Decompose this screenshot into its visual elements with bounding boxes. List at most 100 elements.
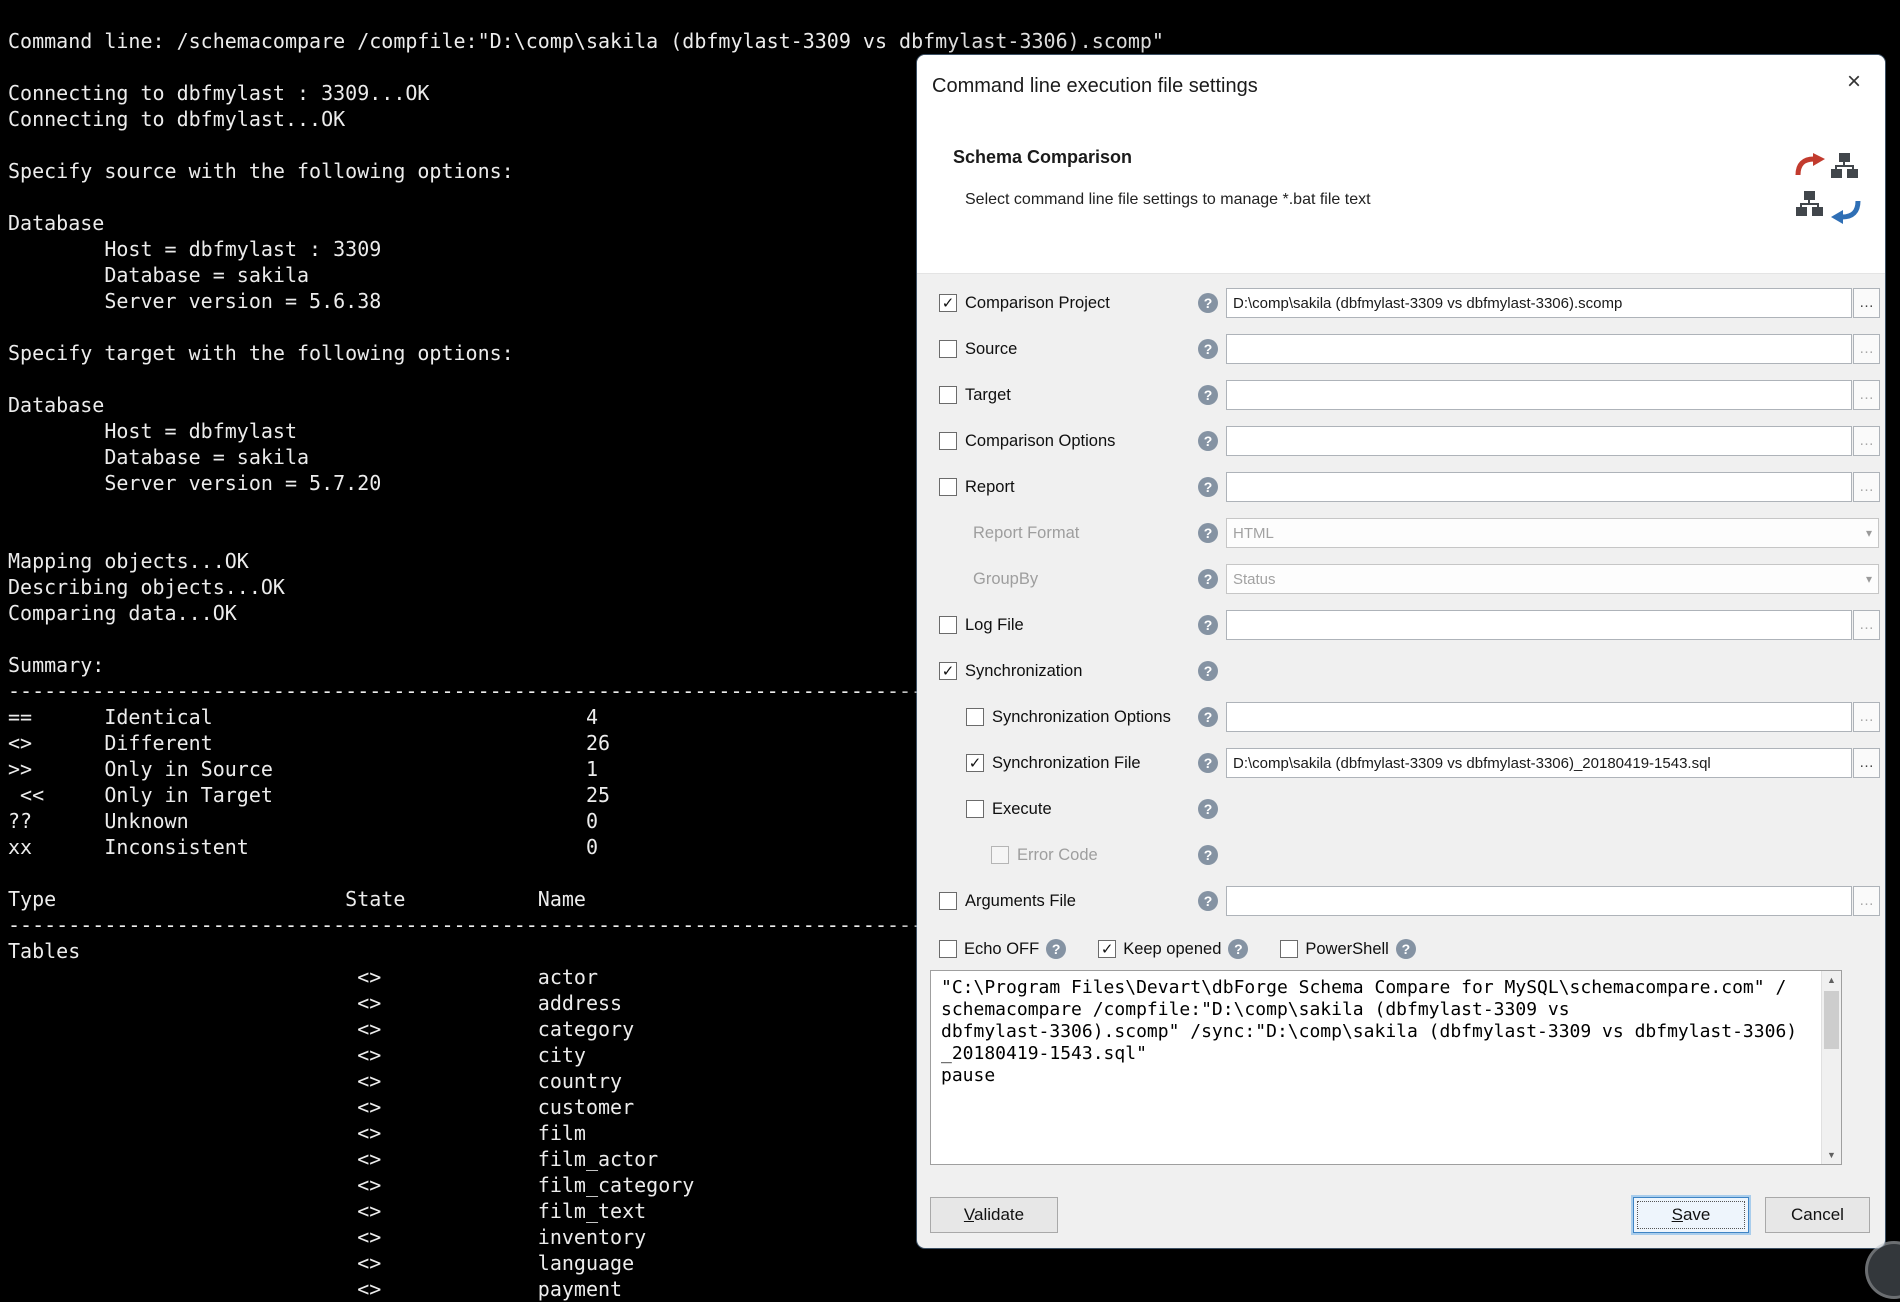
bat-file-text[interactable]: "C:\Program Files\Devart\dbForge Schema …: [931, 971, 1821, 1164]
row-error-code: Error Code ?: [917, 832, 1885, 878]
arguments-file-input[interactable]: [1226, 886, 1852, 916]
browse-button[interactable]: …: [1853, 748, 1880, 778]
report-input[interactable]: [1226, 472, 1852, 502]
row-source: Source ? …: [917, 326, 1885, 372]
groupby-select: Status ▾: [1226, 564, 1879, 594]
target-label: Target: [965, 386, 1011, 405]
row-arguments-file: Arguments File ? …: [917, 878, 1885, 924]
log-file-input[interactable]: [1226, 610, 1852, 640]
echo-off-option: Echo OFF ?: [939, 939, 1066, 959]
source-checkbox[interactable]: [939, 340, 957, 358]
help-icon[interactable]: ?: [1198, 477, 1218, 497]
execute-label: Execute: [992, 800, 1052, 819]
help-icon[interactable]: ?: [1046, 939, 1066, 959]
browse-button[interactable]: …: [1853, 472, 1880, 502]
comparison-project-checkbox[interactable]: ✓: [939, 294, 957, 312]
row-log-file: Log File ? …: [917, 602, 1885, 648]
help-icon[interactable]: ?: [1198, 799, 1218, 819]
help-icon[interactable]: ?: [1198, 523, 1218, 543]
report-format-value: HTML: [1233, 525, 1274, 542]
close-icon[interactable]: ×: [1837, 67, 1871, 97]
help-icon[interactable]: ?: [1198, 661, 1218, 681]
synchronization-options-label: Synchronization Options: [992, 708, 1171, 727]
comparison-options-label: Comparison Options: [965, 432, 1115, 451]
help-icon[interactable]: ?: [1198, 293, 1218, 313]
row-synchronization-file: ✓ Synchronization File ? …: [917, 740, 1885, 786]
synchronization-label: Synchronization: [965, 662, 1082, 681]
bat-options-row: Echo OFF ? ✓ Keep opened ? PowerShell ?: [939, 934, 1416, 964]
comparison-project-input[interactable]: [1226, 288, 1852, 318]
help-icon[interactable]: ?: [1198, 385, 1218, 405]
scroll-up-icon[interactable]: ▲: [1822, 971, 1841, 989]
help-icon[interactable]: ?: [1198, 845, 1218, 865]
keep-opened-option: ✓ Keep opened ?: [1098, 939, 1248, 959]
source-label: Source: [965, 340, 1017, 359]
scroll-down-icon[interactable]: ▼: [1822, 1146, 1841, 1164]
comparison-options-checkbox[interactable]: [939, 432, 957, 450]
row-synchronization: ✓ Synchronization ?: [917, 648, 1885, 694]
log-file-label: Log File: [965, 616, 1024, 635]
browse-button[interactable]: …: [1853, 288, 1880, 318]
synchronization-checkbox[interactable]: ✓: [939, 662, 957, 680]
powershell-checkbox[interactable]: [1280, 940, 1298, 958]
row-report-format: Report Format ? HTML ▾: [917, 510, 1885, 556]
arguments-file-checkbox[interactable]: [939, 892, 957, 910]
chevron-down-icon: ▾: [1866, 572, 1872, 586]
error-code-checkbox: [991, 846, 1009, 864]
help-icon[interactable]: ?: [1198, 891, 1218, 911]
chevron-down-icon: ▾: [1866, 526, 1872, 540]
dialog-title: Command line execution file settings: [932, 75, 1258, 98]
row-report: Report ? …: [917, 464, 1885, 510]
browse-button[interactable]: …: [1853, 610, 1880, 640]
scrollbar-track[interactable]: [1822, 989, 1841, 1146]
execute-checkbox[interactable]: [966, 800, 984, 818]
cancel-button[interactable]: Cancel: [1765, 1197, 1870, 1233]
synchronization-options-input[interactable]: [1226, 702, 1852, 732]
groupby-value: Status: [1233, 571, 1276, 588]
report-format-label: Report Format: [973, 524, 1079, 543]
help-icon[interactable]: ?: [1396, 939, 1416, 959]
groupby-label: GroupBy: [973, 570, 1038, 589]
comparison-project-label: Comparison Project: [965, 294, 1110, 313]
log-file-checkbox[interactable]: [939, 616, 957, 634]
echo-off-checkbox[interactable]: [939, 940, 957, 958]
schema-comparison-icon: [1791, 151, 1865, 225]
help-icon[interactable]: ?: [1198, 615, 1218, 635]
command-line-settings-dialog: Command line execution file settings × S…: [917, 55, 1885, 1248]
keep-opened-checkbox[interactable]: ✓: [1098, 940, 1116, 958]
synchronization-file-input[interactable]: [1226, 748, 1852, 778]
browse-button[interactable]: …: [1853, 886, 1880, 916]
powershell-option: PowerShell ?: [1280, 939, 1415, 959]
scrollbar-thumb[interactable]: [1824, 991, 1839, 1049]
help-icon[interactable]: ?: [1198, 569, 1218, 589]
browse-button[interactable]: …: [1853, 426, 1880, 456]
dialog-header: Command line execution file settings × S…: [917, 55, 1885, 274]
validate-button[interactable]: Validate: [930, 1197, 1058, 1233]
report-checkbox[interactable]: [939, 478, 957, 496]
help-icon[interactable]: ?: [1198, 339, 1218, 359]
comparison-options-input[interactable]: [1226, 426, 1852, 456]
header-description: Select command line file settings to man…: [965, 191, 1371, 209]
source-input[interactable]: [1226, 334, 1852, 364]
row-synchronization-options: Synchronization Options ? …: [917, 694, 1885, 740]
help-icon[interactable]: ?: [1198, 431, 1218, 451]
help-icon[interactable]: ?: [1198, 753, 1218, 773]
save-button[interactable]: Save: [1633, 1197, 1749, 1233]
powershell-label: PowerShell: [1305, 940, 1388, 959]
browse-button[interactable]: …: [1853, 334, 1880, 364]
bat-file-text-area[interactable]: "C:\Program Files\Devart\dbForge Schema …: [930, 970, 1842, 1165]
synchronization-options-checkbox[interactable]: [966, 708, 984, 726]
row-comparison-project: ✓ Comparison Project ? …: [917, 280, 1885, 326]
browse-button[interactable]: …: [1853, 702, 1880, 732]
synchronization-file-checkbox[interactable]: ✓: [966, 754, 984, 772]
target-checkbox[interactable]: [939, 386, 957, 404]
arguments-file-label: Arguments File: [965, 892, 1076, 911]
textarea-scrollbar[interactable]: ▲ ▼: [1821, 971, 1841, 1164]
target-input[interactable]: [1226, 380, 1852, 410]
settings-rows: ✓ Comparison Project ? … Source ? … Targ…: [917, 280, 1885, 924]
report-label: Report: [965, 478, 1015, 497]
error-code-label: Error Code: [1017, 846, 1098, 865]
browse-button[interactable]: …: [1853, 380, 1880, 410]
help-icon[interactable]: ?: [1198, 707, 1218, 727]
help-icon[interactable]: ?: [1228, 939, 1248, 959]
